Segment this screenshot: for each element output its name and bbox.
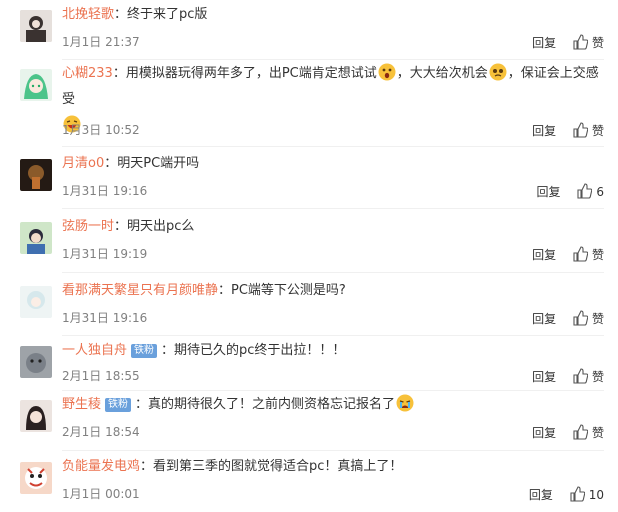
divider [62,146,604,147]
username[interactable]: 负能量发电鸡 [62,459,140,474]
like-button[interactable]: 赞 [572,310,604,326]
thumbs-up-icon [573,424,588,440]
thumbs-up-icon [573,368,588,384]
like-count: 赞 [591,36,604,50]
comment-list: 北挽轻歌：终于来了pc版 1月1日 21:37 回复 赞 心糊233：用模拟器玩… [0,0,618,512]
reply-button[interactable]: 回复 [537,185,561,199]
comment-text: ：明天PC端开吗 [104,156,200,171]
reply-button[interactable]: 回复 [532,312,556,326]
comment-text: ：PC端等下公测是吗? [218,283,346,298]
pleading-emoji-icon [489,63,507,81]
username[interactable]: 野生稜 [62,397,101,412]
comment-item: 弦肠一时：明天出pc么 1月31日 19:19 回复 赞 [0,216,618,266]
timestamp: 1月31日 19:19 [62,247,148,261]
like-button[interactable]: 赞 [572,424,604,440]
timestamp: 1月3日 10:52 [62,123,140,137]
like-button[interactable]: 赞 [572,34,604,50]
comment-text: ：期待已久的pc终于出拉！！！ [161,343,346,358]
avatar[interactable] [20,346,52,378]
username[interactable]: 弦肠一时 [62,219,114,234]
like-button[interactable]: 赞 [572,122,604,138]
comment-item: 看那满天繁星只有月颜唯静：PC端等下公测是吗? 1月31日 19:16 回复 赞 [0,280,618,330]
avatar[interactable] [20,286,52,318]
reply-button[interactable]: 回复 [532,426,556,440]
comment-text: ：看到第三季的图就觉得适合pc！真搞上了！ [140,459,403,474]
reply-button[interactable]: 回复 [532,124,556,138]
thumbs-up-icon [573,310,588,326]
timestamp: 2月1日 18:55 [62,369,140,383]
like-count: 赞 [591,426,604,440]
username[interactable]: 心糊233 [62,66,113,81]
thumbs-up-icon [573,122,588,138]
avatar[interactable] [20,159,52,191]
timestamp: 1月31日 19:16 [62,311,148,325]
like-count: 10 [588,488,604,502]
comment-item: 北挽轻歌：终于来了pc版 1月1日 21:37 回复 赞 [0,4,618,56]
comment-item: 野生稜 铁粉 ：真的期待很久了！之前内侧资格忘记报名了 2月1日 18:54 回复 … [0,394,618,444]
fan-badge: 铁粉 [105,398,132,412]
avatar[interactable] [20,400,52,432]
divider [62,390,604,391]
reply-button[interactable]: 回复 [532,370,556,384]
fan-badge: 铁粉 [131,344,158,358]
like-count: 赞 [591,370,604,384]
thumbs-up-icon [577,183,593,199]
timestamp: 1月1日 21:37 [62,35,140,49]
like-count: 6 [596,185,604,199]
username[interactable]: 月清o0 [62,156,104,171]
divider [62,59,604,60]
like-button[interactable]: 6 [576,183,604,199]
comment-text: ：真的期待很久了！之前内侧资格忘记报名了 [135,397,396,412]
timestamp: 1月31日 19:16 [62,184,148,198]
like-button[interactable]: 10 [569,486,604,502]
avatar[interactable] [20,222,52,254]
comment-item: 一人独自舟 铁粉 ：期待已久的pc终于出拉！！！ 2月1日 18:55 回复 赞 [0,340,618,390]
like-button[interactable]: 赞 [572,246,604,262]
comment-item: 月清o0：明天PC端开吗 1月31日 19:16 回复 6 [0,153,618,203]
divider [62,335,604,336]
comment-text: ：用模拟器玩得两年多了，出PC端肯定想试试 [112,66,377,81]
divider [62,208,604,209]
avatar[interactable] [20,462,52,494]
avatar[interactable] [20,10,52,42]
username[interactable]: 一人独自舟 [62,343,127,358]
surprised-emoji-icon [378,63,396,81]
like-count: 赞 [591,124,604,138]
avatar[interactable] [20,69,52,101]
comment-item: 心糊233：用模拟器玩得两年多了，出PC端肯定想试试 ，大大给次机会 ，保证会上交感… [0,63,618,145]
divider [62,272,604,273]
divider [62,450,604,451]
thumbs-up-icon [573,246,588,262]
comment-text: ：终于来了pc版 [114,7,208,22]
like-count: 赞 [591,312,604,326]
timestamp: 1月1日 00:01 [62,487,140,501]
thumbs-up-icon [570,486,585,502]
thumbs-up-icon [573,34,588,50]
reply-button[interactable]: 回复 [529,488,553,502]
username[interactable]: 看那满天繁星只有月颜唯静 [62,283,218,298]
comment-text: ：明天出pc么 [114,219,195,234]
reply-button[interactable]: 回复 [532,248,556,262]
like-count: 赞 [591,248,604,262]
comment-item: 负能量发电鸡：看到第三季的图就觉得适合pc！真搞上了！ 1月1日 00:01 回… [0,456,618,506]
timestamp: 2月1日 18:54 [62,425,140,439]
crying-emoji-icon [396,394,414,412]
reply-button[interactable]: 回复 [532,36,556,50]
like-button[interactable]: 赞 [572,368,604,384]
comment-text: 大大给次机会 [409,66,488,81]
username[interactable]: 北挽轻歌 [62,7,114,22]
